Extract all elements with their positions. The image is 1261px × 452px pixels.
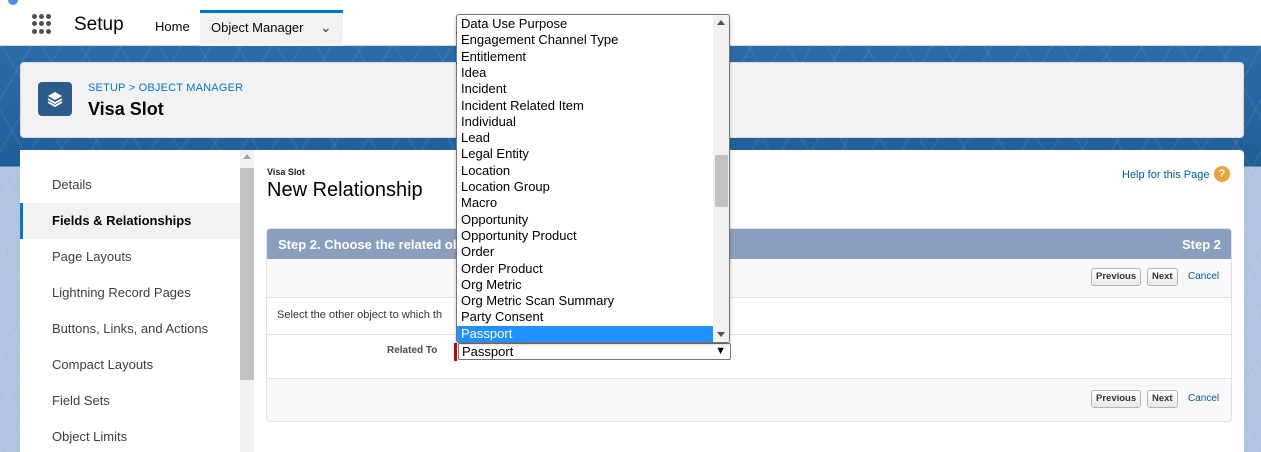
dropdown-option[interactable]: Location [457,163,713,179]
tab-object-manager[interactable]: Object Manager ⌄ [200,10,343,46]
next-button-bottom[interactable]: Next [1147,390,1178,408]
app-name: Setup [74,14,124,35]
required-indicator [454,343,457,361]
dropdown-option[interactable]: Location Group [457,179,713,195]
sidebar-item-buttons-links-actions[interactable]: Buttons, Links, and Actions [20,311,240,347]
step-title: Step 2. Choose the related ob [278,237,461,252]
chevron-down-icon: ▼ [715,345,726,357]
dropdown-option[interactable]: Party Consent [457,309,713,325]
help-link[interactable]: Help for this Page [1122,169,1209,181]
tab-object-manager-label: Object Manager [211,20,304,35]
cancel-link-top[interactable]: Cancel [1188,271,1219,282]
layers-icon [38,82,72,116]
bottom-button-row: Previous Next Cancel [267,381,1231,417]
previous-button-top[interactable]: Previous [1091,268,1142,286]
related-to-select[interactable]: Passport ▼ [458,343,731,360]
object-label: Visa Slot [267,167,305,177]
related-to-dropdown-list[interactable]: Passport Party Consent Org Metric Scan Sum… [456,14,730,343]
top-edge-dot [8,0,18,5]
dropdown-option[interactable]: Engagement Channel Type [457,32,713,48]
dropdown-scrollbar[interactable] [713,15,729,342]
instruction-text: Select the other object to which th [277,309,443,321]
related-to-value: Passport [462,344,514,359]
step-number: Step 2 [1181,237,1221,252]
step-header: Step 2. Choose the related ob Step 2 [267,229,1231,259]
sidebar-item-field-sets[interactable]: Field Sets [20,383,240,419]
sidebar: Details Fields & Relationships Page Layo… [20,150,260,452]
sidebar-item-details[interactable]: Details [20,167,240,203]
sidebar-item-lightning-record-pages[interactable]: Lightning Record Pages [20,275,240,311]
dropdown-scroll-thumb[interactable] [715,155,728,207]
sidebar-item-compact-layouts[interactable]: Compact Layouts [20,347,240,383]
dropdown-option[interactable]: Data Use Purpose [457,16,713,32]
dropdown-option[interactable]: Opportunity [457,212,713,228]
dropdown-option[interactable]: Incident Related Item [457,98,713,114]
scroll-up-icon[interactable] [717,20,725,25]
scroll-down-icon[interactable] [717,332,725,337]
dropdown-option[interactable]: Opportunity Product [457,228,713,244]
divider [267,334,1231,335]
content-area: Visa Slot New Relationship Help for this… [266,150,1244,452]
dropdown-option[interactable]: Order [457,244,713,260]
help-icon[interactable]: ? [1214,166,1230,182]
dropdown-option[interactable]: Lead [457,130,713,146]
dropdown-option[interactable]: Org Metric Scan Summary [457,293,713,309]
dropdown-option[interactable]: Order Product [457,261,713,277]
scroll-up-icon[interactable] [243,154,251,159]
previous-button-bottom[interactable]: Previous [1091,390,1142,408]
content-title: New Relationship [267,179,423,201]
top-button-row: Previous Next Cancel [267,259,1231,295]
dropdown-option[interactable]: Incident [457,81,713,97]
sidebar-item-page-layouts[interactable]: Page Layouts [20,239,240,275]
next-button-top[interactable]: Next [1147,268,1178,286]
chevron-down-icon[interactable]: ⌄ [320,19,332,36]
tab-home[interactable]: Home [155,19,190,34]
dropdown-option[interactable]: Macro [457,195,713,211]
sidebar-item-fields-relationships[interactable]: Fields & Relationships [20,203,240,239]
dropdown-option[interactable]: Legal Entity [457,146,713,162]
step-box: Step 2. Choose the related ob Step 2 Pre… [266,228,1232,422]
page-title: Visa Slot [88,99,164,119]
cancel-link-bottom[interactable]: Cancel [1188,393,1219,404]
dropdown-option[interactable]: Passport [457,325,713,342]
dropdown-option[interactable]: Org Metric [457,277,713,293]
dropdown-option[interactable]: Entitlement [457,49,713,65]
sidebar-scrollbar[interactable] [240,150,254,452]
dropdown-option[interactable]: Idea [457,65,713,81]
breadcrumb[interactable]: SETUP > OBJECT MANAGER [88,82,243,94]
dropdown-option[interactable]: Individual [457,114,713,130]
form-section: Select the other object to which th Rela… [267,297,1231,379]
sidebar-scroll-thumb[interactable] [240,168,254,380]
app-launcher-icon[interactable] [32,14,52,34]
related-to-label: Related To [387,345,438,356]
sidebar-item-object-limits[interactable]: Object Limits [20,419,240,452]
